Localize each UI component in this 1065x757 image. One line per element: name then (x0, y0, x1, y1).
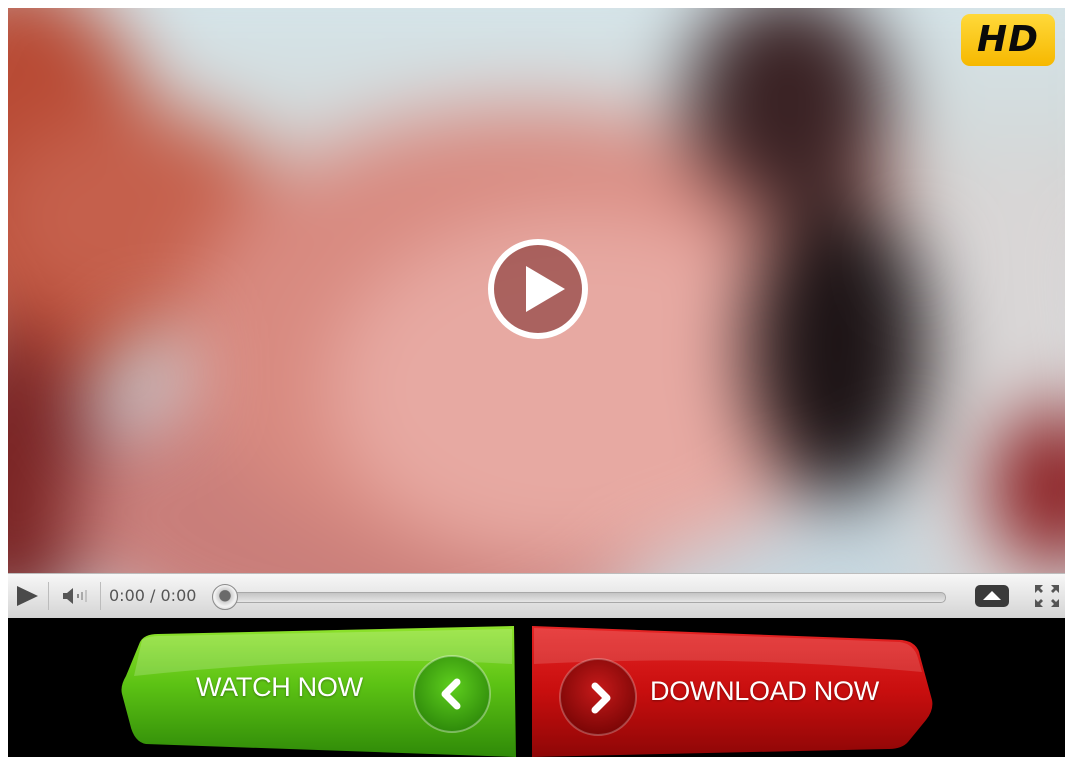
time-display: 0:00 / 0:00 (109, 586, 197, 605)
volume-icon[interactable] (62, 587, 92, 605)
play-circle-icon[interactable] (485, 236, 591, 342)
ad-frame: HD 0:00 / 0:00 WATCH NOW DOWNLOAD NOW (8, 8, 1065, 757)
play-icon[interactable] (14, 585, 40, 607)
fullscreen-icon[interactable] (1032, 582, 1062, 610)
eject-icon[interactable] (974, 584, 1010, 608)
chevron-left-icon (441, 678, 461, 710)
divider (100, 582, 101, 610)
download-now-label: DOWNLOAD NOW (650, 676, 879, 706)
player-control-bar: 0:00 / 0:00 (8, 573, 1065, 619)
divider (48, 582, 49, 610)
download-now-button[interactable]: DOWNLOAD NOW (532, 624, 934, 757)
seek-handle[interactable] (212, 584, 238, 610)
chevron-right-icon (591, 682, 611, 714)
watch-now-button[interactable]: WATCH NOW (118, 624, 518, 757)
cta-area: WATCH NOW DOWNLOAD NOW (8, 618, 1065, 757)
hd-badge: HD (961, 14, 1055, 66)
seek-bar[interactable] (218, 592, 946, 603)
watch-now-label: WATCH NOW (196, 672, 363, 702)
video-area[interactable]: HD (8, 8, 1065, 573)
